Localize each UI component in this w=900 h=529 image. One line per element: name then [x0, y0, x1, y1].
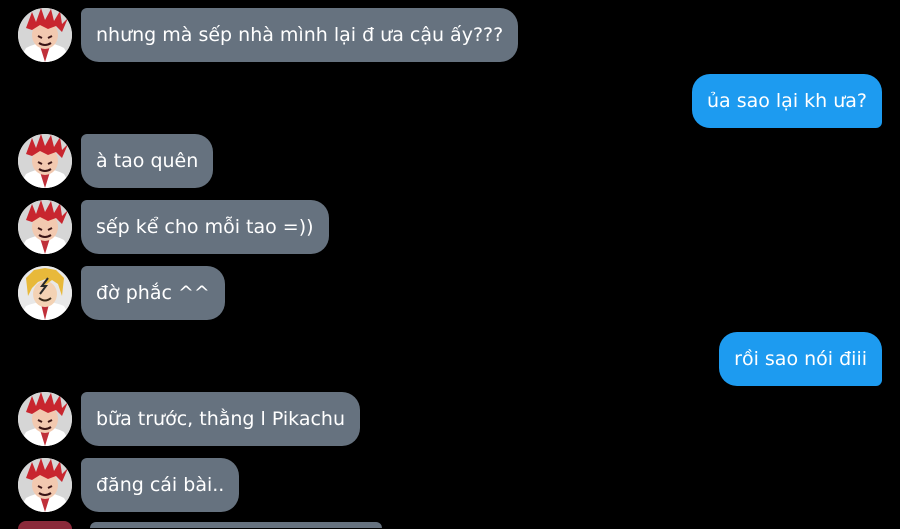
avatar-partial [18, 521, 72, 529]
message-bubble-incoming[interactable]: bữa trước, thằng l Pikachu [81, 392, 360, 446]
kirishima-avatar[interactable] [18, 200, 72, 254]
blonde-hair-avatar-icon [18, 266, 72, 320]
message-row: bữa trước, thằng l Pikachu [0, 392, 900, 446]
chat-thread: nhưng mà sếp nhà mình lại đ ưa cậu ấy???… [0, 0, 900, 529]
red-spiky-hair-avatar-icon [18, 8, 72, 62]
message-row: đờ phắc ^^ [0, 266, 900, 320]
message-bubble-incoming[interactable]: sếp kể cho mỗi tao =)) [81, 200, 329, 254]
message-bubble-incoming[interactable]: đờ phắc ^^ [81, 266, 225, 320]
message-row: nhưng mà sếp nhà mình lại đ ưa cậu ấy??? [0, 8, 900, 62]
message-bubble-incoming[interactable]: nhưng mà sếp nhà mình lại đ ưa cậu ấy??? [81, 8, 519, 62]
kirishima-avatar[interactable] [18, 134, 72, 188]
red-spiky-hair-avatar-icon [18, 200, 72, 254]
message-row: ủa sao lại kh ưa? [0, 74, 900, 128]
message-row: à tao quên [0, 134, 900, 188]
message-bubble-incoming[interactable]: đăng cái bài.. [81, 458, 240, 512]
kirishima-avatar[interactable] [18, 8, 72, 62]
red-spiky-hair-avatar-icon [18, 392, 72, 446]
message-bubble-partial [90, 522, 382, 528]
red-spiky-hair-avatar-icon [18, 458, 72, 512]
message-row: sếp kể cho mỗi tao =)) [0, 200, 900, 254]
kirishima-avatar[interactable] [18, 458, 72, 512]
message-row: rồi sao nói điii [0, 332, 900, 386]
message-bubble-outgoing[interactable]: rồi sao nói điii [719, 332, 882, 386]
message-row: đăng cái bài.. [0, 458, 900, 512]
message-bubble-incoming[interactable]: à tao quên [81, 134, 214, 188]
kirishima-avatar[interactable] [18, 392, 72, 446]
red-spiky-hair-avatar-icon [18, 134, 72, 188]
message-bubble-outgoing[interactable]: ủa sao lại kh ưa? [691, 74, 882, 128]
kaminari-avatar[interactable] [18, 266, 72, 320]
